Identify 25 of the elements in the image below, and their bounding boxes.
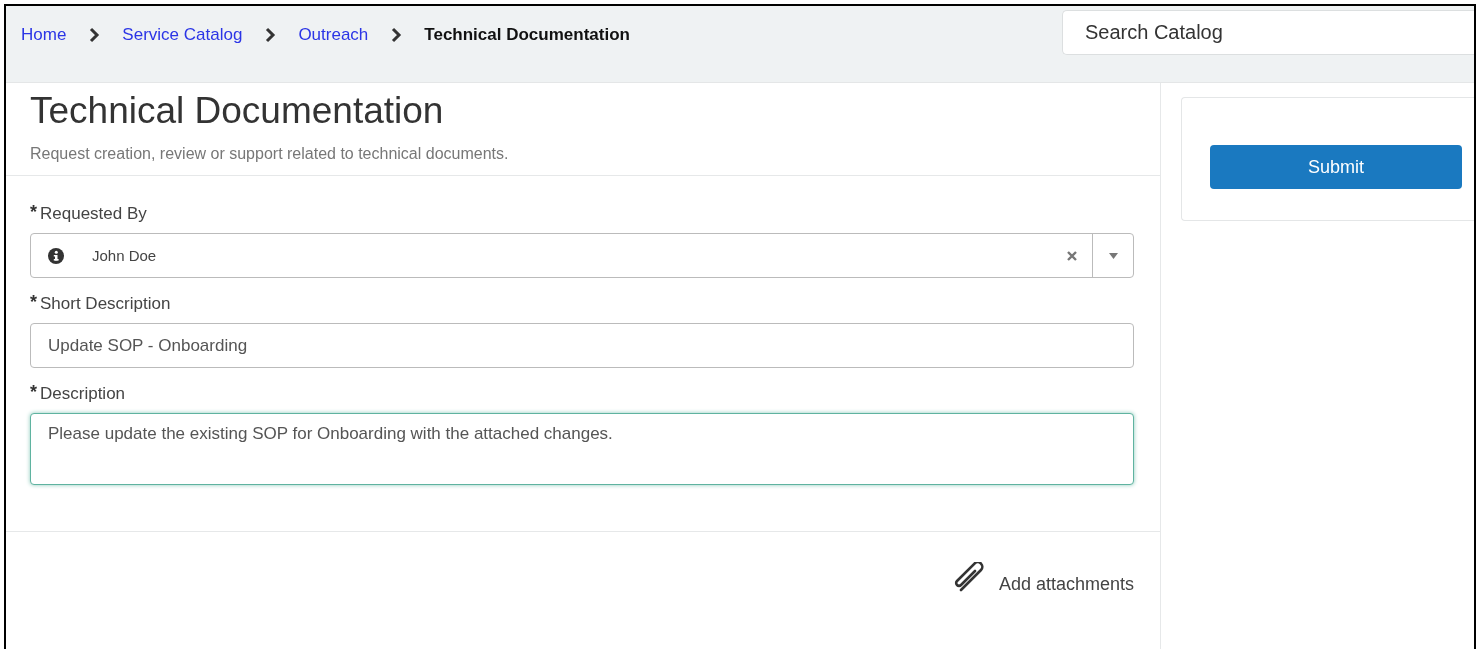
text-field[interactable]: Update SOP - Onboarding — [30, 323, 1134, 368]
field-label: Description — [40, 384, 126, 404]
page-title: Technical Documentation — [30, 89, 445, 133]
chevron-right-icon — [390, 27, 403, 43]
current-page-label: Technical Documentation — [424, 25, 630, 45]
reference-field[interactable]: John Doe — [30, 233, 1134, 278]
field-label: Short Description — [40, 294, 171, 314]
required-mark: * — [30, 204, 37, 220]
required-mark: * — [30, 384, 37, 400]
required-mark: * — [30, 294, 37, 310]
field-value: John Doe — [92, 247, 158, 264]
search-field[interactable]: Search Catalog — [1062, 10, 1474, 55]
info-icon — [48, 247, 64, 264]
caret-down-icon — [1108, 252, 1118, 259]
chevron-right-icon — [264, 27, 277, 43]
breadcrumb-link[interactable]: Home — [21, 25, 67, 45]
breadcrumb-link[interactable]: Service Catalog — [122, 25, 243, 45]
close-icon — [1067, 250, 1077, 261]
breadcrumb-link[interactable]: Outreach — [298, 25, 369, 45]
chevron-right-icon — [88, 27, 101, 43]
description-field[interactable]: Please update the existing SOP for Onboarding with the attached changes. — [30, 413, 1134, 485]
add-attachments-link[interactable]: Add attachments — [952, 562, 1134, 594]
submit-button[interactable]: Submit — [1210, 145, 1462, 189]
page-description: Request creation, review or support related to technical documents. — [30, 145, 510, 163]
field-label: Requested By — [40, 204, 147, 224]
